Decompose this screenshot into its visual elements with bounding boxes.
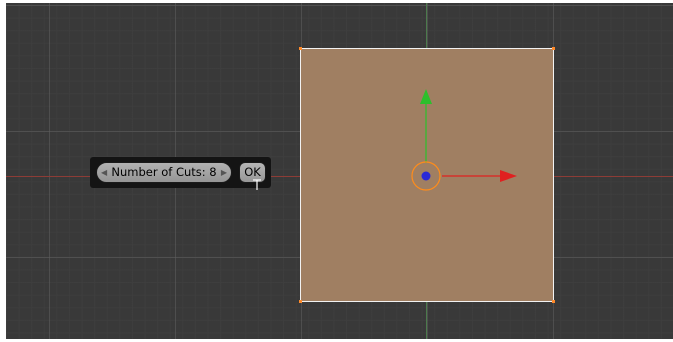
pivot-center-icon[interactable]: [421, 171, 431, 181]
y-axis-arrow-icon[interactable]: [420, 89, 432, 163]
increment-arrow-icon[interactable]: ▶: [221, 163, 227, 182]
3d-viewport[interactable]: ◀ Number of Cuts: 8 ▶ OK: [6, 3, 673, 339]
x-axis-arrow-icon[interactable]: [442, 170, 517, 182]
text-cursor-icon: [253, 179, 261, 190]
redo-last-panel: ◀ Number of Cuts: 8 ▶ OK: [90, 157, 271, 188]
number-of-cuts-field[interactable]: ◀ Number of Cuts: 8 ▶: [96, 162, 232, 183]
decrement-arrow-icon[interactable]: ◀: [101, 163, 107, 182]
number-of-cuts-label: Number of Cuts: 8: [111, 165, 217, 179]
